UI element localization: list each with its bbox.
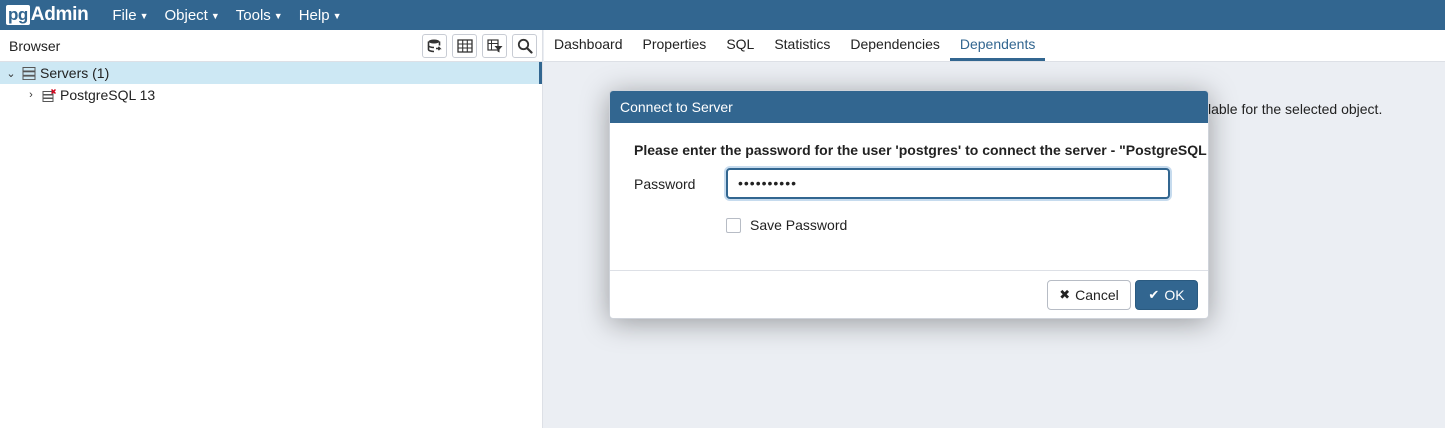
menu-tools[interactable]: Tools ▼	[236, 7, 283, 24]
check-icon: ✔	[1148, 287, 1160, 302]
connect-to-server-dialog: Connect to Server Please enter the passw…	[609, 90, 1209, 319]
menu-object-label: Object	[164, 6, 208, 24]
chevron-down-icon: ▼	[273, 11, 283, 21]
password-label: Password	[634, 176, 696, 192]
browser-toolbar	[422, 33, 537, 58]
browser-title: Browser	[9, 37, 61, 54]
search-icon	[517, 38, 533, 54]
tab-statistics[interactable]: Statistics	[764, 30, 840, 61]
dependents-empty-message: lable for the selected object.	[1208, 101, 1383, 117]
main-menu: File ▼ Object ▼ Tools ▼ Help ▼	[112, 7, 357, 24]
object-tabs: Dashboard Properties SQL Statistics Depe…	[544, 30, 1445, 62]
cancel-button[interactable]: ✖ Cancel	[1047, 280, 1131, 310]
dialog-message: Please enter the password for the user '…	[634, 142, 1209, 158]
ok-button[interactable]: ✔ OK	[1135, 280, 1198, 310]
save-password-label: Save Password	[750, 217, 848, 233]
tab-dependencies[interactable]: Dependencies	[840, 30, 950, 61]
top-navbar: pg Admin File ▼ Object ▼ Tools ▼ Help ▼	[0, 0, 1445, 30]
chevron-down-icon: ▼	[332, 11, 342, 21]
server-disconnected-icon	[42, 88, 56, 102]
tab-dependents[interactable]: Dependents	[949, 30, 1046, 61]
close-icon: ✖	[1059, 287, 1071, 302]
view-data-button[interactable]	[452, 33, 477, 58]
chevron-down-icon: ▼	[139, 11, 149, 21]
password-field[interactable]: ••••••••••	[726, 168, 1170, 199]
table-icon	[456, 38, 473, 53]
tree-node-label: PostgreSQL 13	[60, 87, 156, 103]
save-password-option[interactable]: Save Password	[726, 217, 847, 233]
query-tool-button[interactable]	[422, 33, 447, 58]
tree-node-servers[interactable]: ⌄ Servers (1)	[0, 62, 542, 84]
chevron-down-icon[interactable]: ⌄	[4, 67, 18, 80]
database-arrow-icon	[427, 39, 442, 52]
tree-node-postgresql-13[interactable]: › PostgreSQL 13	[0, 84, 542, 106]
chevron-down-icon: ▼	[210, 11, 220, 21]
tab-dashboard[interactable]: Dashboard	[544, 30, 633, 61]
cancel-label: Cancel	[1075, 287, 1119, 303]
search-objects-button[interactable]	[512, 33, 537, 58]
browser-header: Browser	[0, 30, 542, 62]
table-filter-icon	[486, 38, 502, 52]
menu-object[interactable]: Object ▼	[164, 7, 219, 24]
chevron-right-icon[interactable]: ›	[24, 89, 38, 101]
menu-tools-label: Tools	[235, 6, 271, 24]
tree-node-label: Servers (1)	[40, 65, 110, 81]
servers-icon	[22, 66, 36, 80]
menu-help-label: Help	[298, 6, 330, 24]
logo-admin: Admin	[30, 4, 89, 25]
menu-file[interactable]: File ▼	[112, 7, 148, 24]
menu-file-label: File	[112, 6, 137, 24]
pgadmin-logo[interactable]: pg Admin	[6, 0, 89, 30]
filtered-rows-button[interactable]	[482, 33, 507, 58]
browser-panel: Browser ⌄ Servers (1) › PostgreSQL 13	[0, 30, 543, 428]
tab-properties[interactable]: Properties	[633, 30, 717, 61]
ok-label: OK	[1164, 287, 1185, 303]
tab-sql[interactable]: SQL	[716, 30, 764, 61]
logo-pg: pg	[6, 5, 30, 25]
dialog-title[interactable]: Connect to Server	[610, 91, 1208, 123]
save-password-checkbox[interactable]	[726, 217, 741, 233]
dialog-footer: ✖ Cancel ✔ OK	[610, 270, 1208, 318]
menu-help[interactable]: Help ▼	[299, 7, 342, 24]
